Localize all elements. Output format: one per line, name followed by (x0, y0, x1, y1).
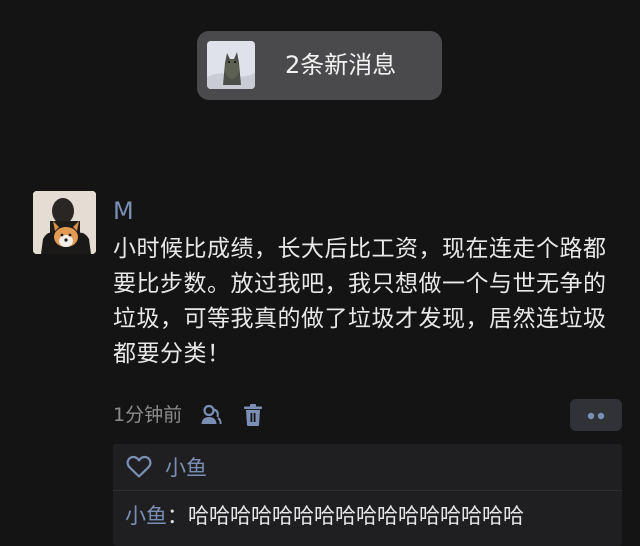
new-messages-label: 2条新消息 (285, 51, 397, 79)
comment-text: 哈哈哈哈哈哈哈哈哈哈哈哈哈哈哈哈 (188, 504, 524, 528)
new-message-avatar (207, 41, 255, 89)
more-dots-icon (583, 406, 609, 425)
post-meta: 1分钟前 (113, 399, 266, 431)
comment-separator: ： (167, 504, 188, 528)
likes-row: 小鱼 (113, 444, 622, 491)
author-avatar[interactable] (33, 191, 96, 254)
interactions-panel: 小鱼 小鱼：哈哈哈哈哈哈哈哈哈哈哈哈哈哈哈哈 (113, 444, 622, 546)
comment-author[interactable]: 小鱼 (125, 504, 167, 528)
trash-icon[interactable] (240, 402, 266, 428)
post-time: 1分钟前 (113, 404, 183, 426)
heart-outline-icon (125, 453, 153, 481)
author-name[interactable]: M (113, 195, 134, 227)
post-content: 小时候比成绩，长大后比工资，现在连走个路都要比步数。放过我吧，我只想做一个与世无… (113, 236, 607, 367)
more-button[interactable] (570, 399, 622, 431)
comment-item[interactable]: 小鱼：哈哈哈哈哈哈哈哈哈哈哈哈哈哈哈哈 (125, 498, 524, 534)
new-messages-notification[interactable]: 2条新消息 (197, 31, 442, 100)
person-icon[interactable] (198, 402, 224, 428)
like-user-name[interactable]: 小鱼 (165, 452, 207, 482)
